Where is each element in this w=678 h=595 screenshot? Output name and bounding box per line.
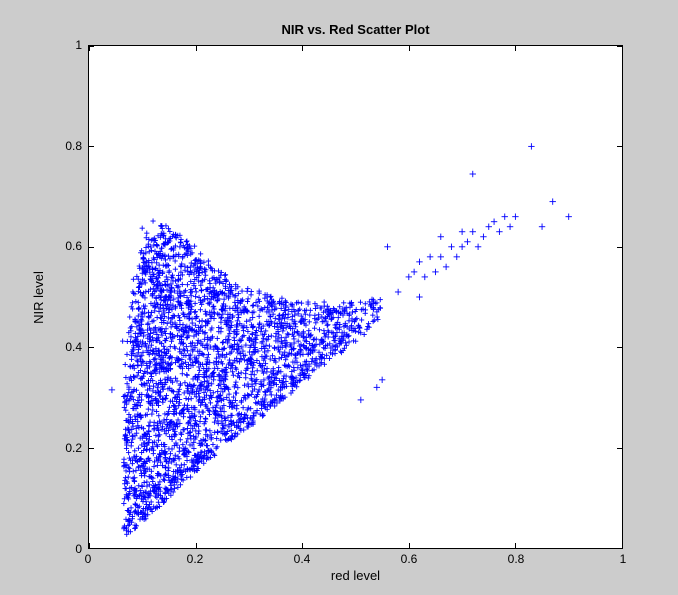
- y-tick-label: 0: [52, 542, 82, 556]
- y-tick-label: 1: [52, 38, 82, 52]
- y-tick-label: 0.8: [52, 139, 82, 153]
- y-axis-label: NIR level: [28, 45, 48, 549]
- y-tick-label: 0.6: [52, 239, 82, 253]
- x-tick-label: 0.6: [401, 552, 418, 566]
- y-tick-label: 0.4: [52, 340, 82, 354]
- x-axis-label: red level: [88, 568, 623, 583]
- scatter-plot-area: [89, 46, 622, 548]
- x-tick-label: 0.8: [508, 552, 525, 566]
- x-tick-label: 0: [85, 552, 92, 566]
- figure-window: NIR vs. Red Scatter Plot NIR level red l…: [0, 0, 678, 595]
- y-tick-label: 0.2: [52, 441, 82, 455]
- chart-axes: [88, 45, 623, 549]
- chart-title: NIR vs. Red Scatter Plot: [88, 22, 623, 37]
- x-tick-label: 0.2: [187, 552, 204, 566]
- x-tick-label: 0.4: [294, 552, 311, 566]
- x-tick-label: 1: [620, 552, 627, 566]
